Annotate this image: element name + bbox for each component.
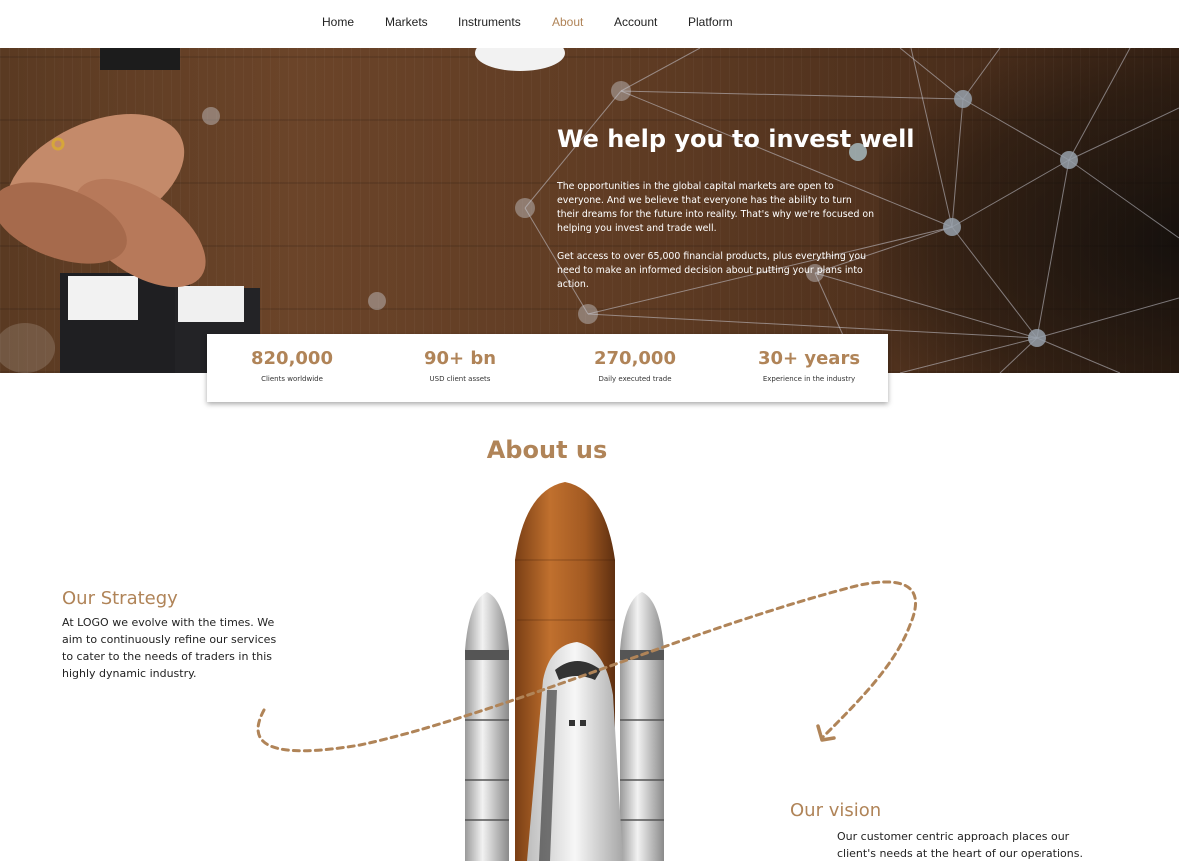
stat-value: 90+ bn (423, 348, 497, 369)
stat-trades: 270,000 Daily executed trade (550, 348, 720, 383)
stat-label: Daily executed trade (598, 375, 672, 383)
hands-illustration (0, 48, 565, 373)
strategy-heading: Our Strategy (62, 588, 178, 609)
about-title: About us (486, 436, 608, 464)
hero-banner: We help you to invest well The opportuni… (0, 48, 1179, 373)
stat-label: Clients worldwide (261, 375, 323, 383)
stat-clients: 820,000 Clients worldwide (207, 348, 377, 383)
stat-label: USD client assets (429, 375, 491, 383)
stats-card: 820,000 Clients worldwide 90+ bn USD cli… (207, 334, 888, 402)
stat-value: 30+ years (757, 348, 861, 369)
stat-value: 820,000 (251, 348, 333, 369)
vision-text: Our customer centric approach places our… (837, 830, 1083, 860)
top-navigation: Home Markets Instruments About Account P… (0, 0, 1179, 48)
stat-label: Experience in the industry (762, 375, 856, 383)
rocket-illustration (465, 482, 664, 861)
nav-account[interactable]: Account (614, 15, 657, 29)
hero-paragraph-1: The opportunities in the global capital … (557, 181, 875, 234)
nav-platform[interactable]: Platform (688, 15, 733, 29)
stat-value: 270,000 (594, 348, 676, 369)
vision-heading: Our vision (790, 800, 882, 821)
nav-home[interactable]: Home (322, 15, 354, 29)
nav-instruments[interactable]: Instruments (458, 15, 521, 29)
nav-markets[interactable]: Markets (385, 15, 428, 29)
nav-about[interactable]: About (552, 15, 583, 29)
stat-experience: 30+ years Experience in the industry (724, 348, 894, 383)
hero-title: We help you to invest well (557, 125, 915, 153)
hero-paragraph-2: Get access to over 65,000 financial prod… (557, 251, 867, 290)
strategy-text: At LOGO we evolve with the times. We aim… (62, 616, 277, 680)
stat-assets: 90+ bn USD client assets (375, 348, 545, 383)
